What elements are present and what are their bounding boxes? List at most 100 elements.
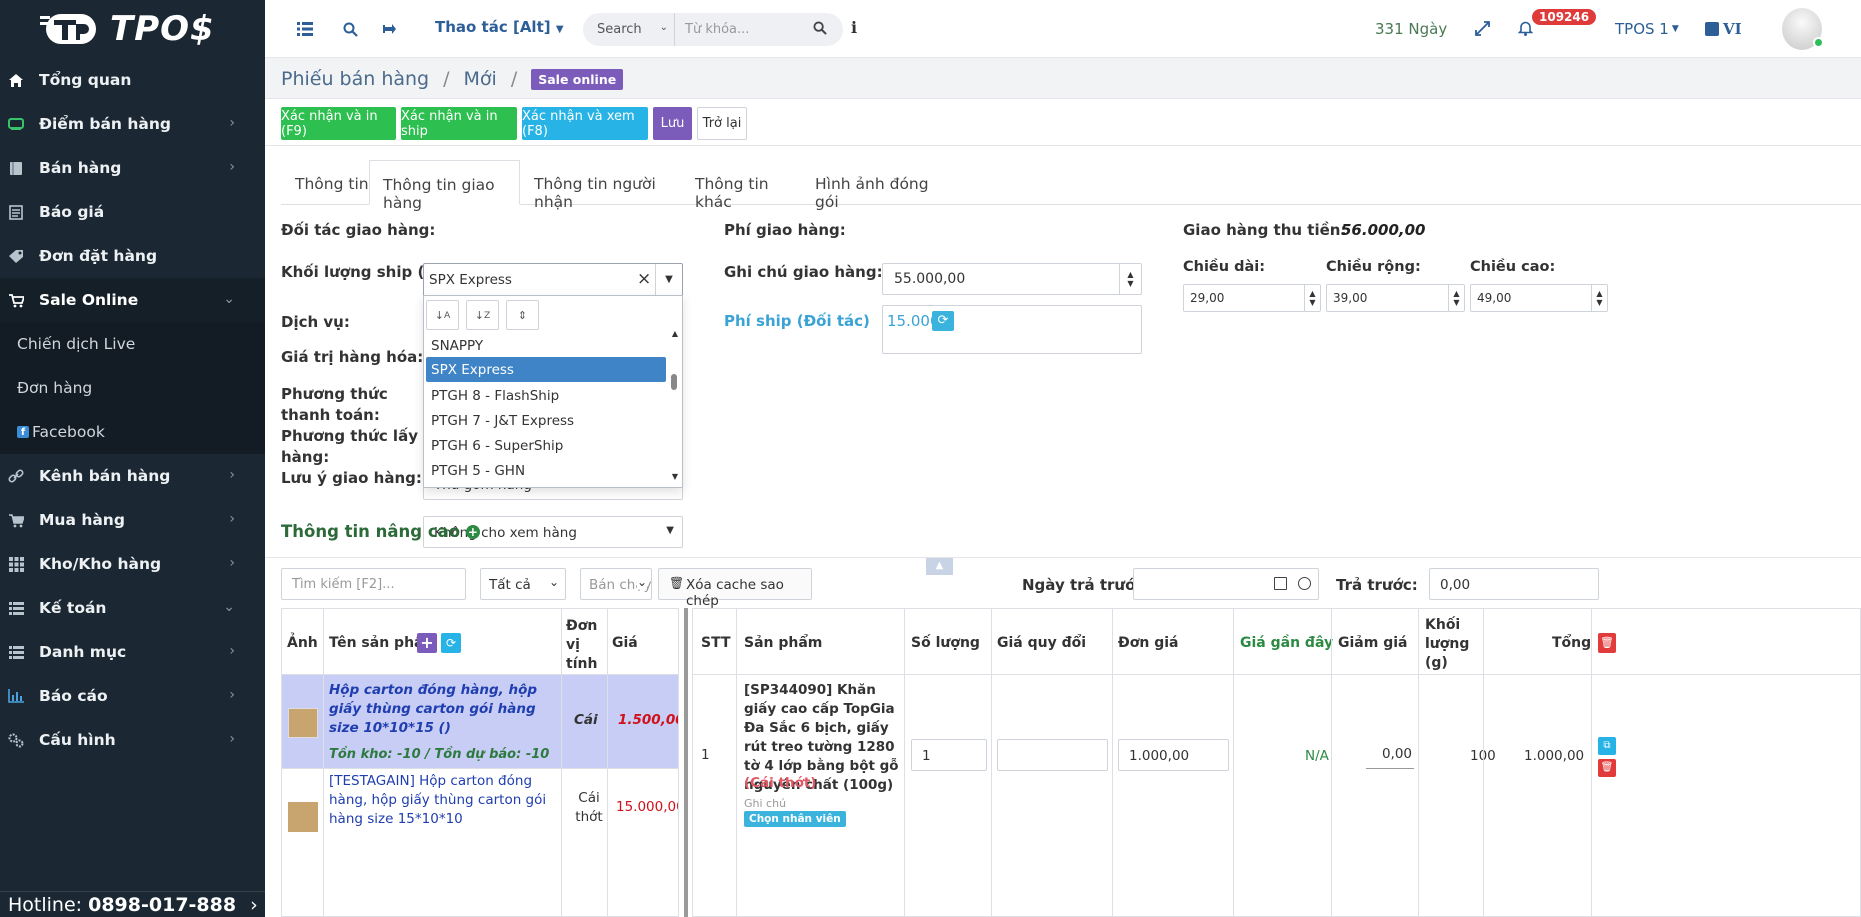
discount-input[interactable]: 0,00 — [1366, 739, 1414, 769]
calendar-icon[interactable] — [1274, 577, 1287, 590]
sort-asc-button[interactable]: ↓ A — [426, 300, 459, 330]
plus-circle-icon: + — [465, 525, 480, 539]
dropdown-option[interactable]: PTGH 8 - FlashShip — [426, 383, 666, 408]
sidebar-item-kenh-ban-hang[interactable]: Kênh bán hàng › — [0, 454, 265, 498]
sidebar-item-bao-gia[interactable]: Báo giá — [0, 190, 265, 234]
product-name[interactable]: Hộp carton đóng hàng, hộp giấy thùng car… — [329, 681, 559, 738]
product-search-input[interactable]: Tìm kiếm [F2]... — [281, 568, 466, 600]
length-value: 29,00 — [1190, 291, 1225, 305]
avatar[interactable] — [1782, 8, 1824, 50]
clock-icon[interactable] — [1298, 577, 1311, 590]
delete-line-button[interactable]: 🗑 — [1598, 759, 1616, 777]
product-row-selected[interactable]: Hộp carton đóng hàng, hộp giấy thùng car… — [282, 675, 678, 769]
sidebar-item-don-hang[interactable]: Đơn hàng — [0, 366, 265, 410]
confirm-print-button[interactable]: Xác nhận và in (F9) — [281, 107, 396, 140]
sidebar-item-diem-ban-hang[interactable]: Điểm bán hàng › — [0, 102, 265, 146]
refresh-products-button[interactable]: ⟳ — [441, 633, 461, 653]
language-switch[interactable]: VI — [1705, 0, 1742, 58]
width-stepper[interactable]: ▲ ▼ — [1448, 285, 1464, 311]
dropdown-option[interactable]: PTGH 6 - SuperShip — [426, 433, 666, 458]
dropdown-option[interactable]: SNAPPY — [426, 333, 666, 358]
splitter[interactable] — [684, 608, 688, 917]
scroll-up-icon[interactable]: ▲ — [672, 329, 678, 338]
sort-reset-button[interactable]: ⇕ — [506, 300, 539, 330]
sidebar-item-bao-cao[interactable]: Báo cáo › — [0, 674, 265, 718]
tab-hinh-anh-dong-goi[interactable]: Hình ảnh đóng gói — [800, 160, 942, 211]
tpos-menu[interactable]: TPOS 1 ▼ — [1615, 0, 1679, 58]
scroll-down-icon[interactable]: ▼ — [672, 472, 678, 481]
clear-cache-button[interactable]: 🗑 Xóa cache sao chép — [658, 568, 812, 609]
tab-thong-tin-giao-hang[interactable]: Thông tin giao hàng — [369, 160, 520, 212]
sidebar-item-ban-hang[interactable]: Bán hàng › — [0, 146, 265, 190]
filter-sale-select[interactable]: Bán chạy ⌄ — [580, 568, 652, 600]
menu-toggle-icon[interactable] — [295, 19, 315, 39]
sidebar-item-tong-quan[interactable]: Tổng quan — [0, 58, 265, 102]
fee-input[interactable]: 55.000,00 ▲ ▼ — [882, 263, 1142, 295]
sidebar-item-ke-toan[interactable]: Kế toán ⌄ — [0, 586, 265, 630]
info-icon[interactable]: i — [851, 18, 857, 37]
col-line — [1331, 609, 1332, 916]
search-icon[interactable] — [813, 20, 843, 39]
hotline[interactable]: Hotline: 0898-017-888 › — [0, 891, 265, 917]
dropdown-option[interactable]: PTGH 7 - J&T Express — [426, 408, 666, 433]
prepay-date-input[interactable] — [1133, 568, 1319, 600]
sidebar-nav: Tổng quan Điểm bán hàng › Bán hàng › Báo g… — [0, 58, 265, 762]
partner-select[interactable]: SPX Express × ▼ — [423, 263, 683, 297]
product-name[interactable]: [TESTAGAIN] Hộp carton đóng hàng, hộp gi… — [329, 772, 557, 829]
length-stepper[interactable]: ▲ ▼ — [1304, 285, 1320, 311]
sidebar-item-sale-online[interactable]: Sale Online ⌄ — [0, 278, 265, 322]
breadcrumb-root[interactable]: Phiếu bán hàng — [281, 68, 429, 90]
search-icon[interactable] — [340, 19, 360, 39]
dropdown-option[interactable]: PTGH 5 - GHN — [426, 458, 666, 483]
length-input[interactable]: 29,00 ▲ ▼ — [1183, 284, 1321, 312]
tab-thong-tin-khac[interactable]: Thông tin khác — [680, 160, 800, 211]
cod-value: 56.000,00 — [1341, 221, 1426, 239]
height-stepper[interactable]: ▲ ▼ — [1591, 285, 1607, 311]
convert-price-input[interactable] — [997, 739, 1108, 771]
tab-thong-tin-nguoi-nhan[interactable]: Thông tin người nhận — [520, 160, 680, 211]
total-value: 1.000,00 — [1524, 748, 1585, 764]
dropdown-option-selected[interactable]: SPX Express — [426, 357, 666, 382]
product-row[interactable]: [TESTAGAIN] Hộp carton đóng hàng, hộp gi… — [282, 769, 678, 916]
filter-all-select[interactable]: Tất cả ⌄ — [480, 568, 566, 600]
tab-thong-tin[interactable]: Thông tin — [281, 160, 369, 205]
clear-icon[interactable]: × — [637, 269, 651, 289]
advanced-section-title[interactable]: Thông tin nâng cao + — [281, 522, 480, 541]
fee-stepper[interactable]: ▲ ▼ — [1119, 264, 1141, 294]
choose-staff-button[interactable]: Chọn nhân viên — [744, 811, 846, 827]
sidebar-item-chien-dich-live[interactable]: Chiến dịch Live — [0, 322, 265, 366]
unit-price-input[interactable]: 1.000,00 — [1118, 739, 1229, 771]
sidebar-item-don-dat-hang[interactable]: Đơn đặt hàng — [0, 234, 265, 278]
sidebar-item-mua-hang[interactable]: Mua hàng › — [0, 498, 265, 542]
sidebar-item-facebook[interactable]: f Facebook — [0, 410, 265, 454]
refresh-fee-button[interactable]: ⟳ — [932, 311, 954, 331]
add-product-button[interactable]: + — [417, 633, 437, 653]
fullscreen-icon[interactable] — [1475, 21, 1490, 40]
copy-line-button[interactable]: ⧉ — [1598, 737, 1616, 755]
collapse-toggle[interactable]: ▲ — [926, 558, 953, 575]
sidebar-item-kho-hang[interactable]: Kho/Kho hàng › — [0, 542, 265, 586]
search-select[interactable]: Search ⌄ — [583, 13, 675, 46]
bell-icon[interactable] — [1517, 20, 1534, 40]
line-note[interactable]: Ghi chú — [744, 797, 786, 810]
height-input[interactable]: 49,00 ▲ ▼ — [1470, 284, 1608, 312]
save-button[interactable]: Lưu — [653, 107, 692, 140]
back-button[interactable]: Trở lại — [697, 107, 747, 140]
sidebar-item-danh-muc[interactable]: Danh mục › — [0, 630, 265, 674]
qty-input[interactable]: 1 — [911, 739, 987, 771]
search-input[interactable]: Từ khóa... — [675, 22, 813, 37]
caret-down-icon[interactable]: ▼ — [655, 264, 682, 296]
delete-all-button[interactable]: 🗑 — [1598, 633, 1616, 653]
sort-desc-button[interactable]: ↓ Z — [466, 300, 499, 330]
confirm-view-button[interactable]: Xác nhận và xem (F8) — [522, 107, 648, 140]
fee-label: Phí giao hàng: — [724, 221, 846, 239]
thao-tac-menu[interactable]: Thao tác [Alt] ▼ — [435, 18, 564, 36]
scrollbar-thumb[interactable] — [671, 374, 677, 390]
logo[interactable]: TPO$ — [0, 0, 265, 58]
confirm-ship-button[interactable]: Xác nhận và in ship — [401, 107, 517, 140]
pin-icon[interactable] — [380, 19, 400, 39]
sidebar-item-cau-hinh[interactable]: Cấu hình › — [0, 718, 265, 762]
home-icon — [6, 71, 26, 89]
prepay-input[interactable]: 0,00 — [1429, 568, 1599, 600]
width-input[interactable]: 39,00 ▲ ▼ — [1326, 284, 1465, 312]
